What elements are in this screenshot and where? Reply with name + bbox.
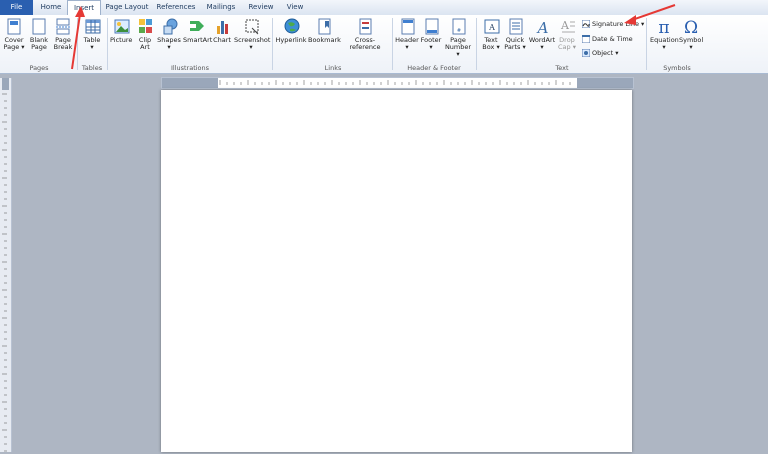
screenshot-dropdown-icon: ▾ — [249, 43, 253, 51]
bookmark-label: Bookmark — [308, 36, 341, 44]
text-box-button[interactable]: A Text Box ▾ — [480, 18, 502, 51]
clip-art-icon — [138, 18, 152, 35]
separator — [107, 18, 108, 70]
hyperlink-globe-icon — [284, 18, 300, 35]
group-label-links: Links — [324, 64, 342, 72]
quick-parts-label-2: Parts ▾ — [504, 43, 526, 51]
shapes-button[interactable]: Shapes ▾ — [157, 18, 181, 51]
horizontal-ruler[interactable] — [161, 77, 634, 89]
svg-text:A: A — [536, 19, 549, 35]
tab-review[interactable]: Review — [244, 0, 278, 15]
screenshot-icon — [244, 18, 259, 35]
vertical-ruler-ticks — [2, 78, 9, 452]
horizontal-ruler-ticks — [162, 78, 633, 88]
cover-page-button[interactable]: Cover Page ▾ — [3, 18, 25, 51]
equation-dropdown-icon: ▾ — [662, 43, 666, 51]
cross-reference-label: Cross-reference — [349, 36, 381, 51]
omega-icon: Ω — [682, 18, 700, 38]
svg-text:#: # — [457, 28, 461, 34]
picture-icon — [114, 18, 130, 35]
cover-page-label-2: Page ▾ — [3, 43, 25, 51]
vertical-ruler[interactable] — [0, 78, 12, 452]
object-label: Object — [592, 49, 614, 57]
screenshot-button[interactable]: Screenshot ▾ — [234, 18, 270, 51]
tab-mailings[interactable]: Mailings — [202, 0, 240, 15]
picture-button[interactable]: Picture — [110, 18, 132, 44]
blank-page-button[interactable]: Blank Page — [28, 18, 50, 51]
hyperlink-button[interactable]: Hyperlink — [275, 18, 307, 44]
drop-cap-button[interactable]: A Drop Cap ▾ — [557, 18, 577, 51]
header-button[interactable]: Header ▾ — [395, 18, 419, 51]
wordart-icon: A — [535, 18, 549, 37]
separator — [392, 18, 393, 70]
cross-reference-icon — [358, 18, 372, 35]
hyperlink-label: Hyperlink — [275, 36, 307, 44]
drop-cap-icon: A — [560, 18, 575, 35]
document-page[interactable] — [161, 90, 632, 452]
header-icon — [400, 18, 415, 35]
tab-file[interactable]: File — [0, 0, 33, 15]
picture-label: Picture — [110, 36, 133, 44]
header-dropdown-icon: ▾ — [405, 43, 409, 51]
chart-button[interactable]: Chart — [212, 18, 232, 44]
bookmark-button[interactable]: Bookmark — [308, 18, 341, 44]
page-number-icon: # — [451, 18, 466, 35]
page-number-button[interactable]: # Page Number ▾ — [444, 18, 472, 58]
symbol-button[interactable]: Ω Symbol ▾ — [679, 18, 703, 51]
tab-references[interactable]: References — [154, 0, 198, 15]
cover-page-icon — [7, 18, 21, 35]
smartart-label: SmartArt — [183, 36, 213, 44]
smartart-icon — [189, 18, 204, 35]
shapes-dropdown-icon: ▾ — [167, 43, 171, 51]
bookmark-icon — [317, 18, 331, 35]
clip-art-button[interactable]: Clip Art — [135, 18, 155, 51]
group-label-header-footer: Header & Footer — [407, 64, 461, 72]
blank-page-label-2: Page — [31, 43, 47, 51]
clip-art-label-2: Art — [140, 43, 150, 51]
date-time-label: Date & Time — [592, 35, 633, 43]
wordart-dropdown-icon: ▾ — [540, 43, 544, 51]
shapes-icon — [162, 18, 178, 35]
tab-page-layout[interactable]: Page Layout — [102, 0, 152, 15]
quick-parts-icon — [508, 18, 523, 35]
footer-dropdown-icon: ▾ — [429, 43, 433, 51]
annotation-arrow-insert — [71, 6, 85, 70]
footer-button[interactable]: Footer ▾ — [420, 18, 442, 51]
svg-text:A: A — [560, 19, 570, 32]
date-time-button[interactable]: Date & Time — [581, 34, 633, 44]
svg-text:A: A — [488, 23, 495, 32]
drop-cap-label-2: Cap ▾ — [558, 43, 576, 51]
calendar-icon — [581, 34, 591, 44]
group-label-text: Text — [555, 64, 569, 72]
tab-view[interactable]: View — [282, 0, 308, 15]
annotation-arrow-signature — [624, 4, 676, 25]
signature-line-icon — [581, 19, 591, 29]
text-box-icon: A — [484, 18, 500, 35]
group-label-symbols: Symbols — [663, 64, 691, 72]
text-box-label-2: Box ▾ — [482, 43, 500, 51]
group-label-illustrations: Illustrations — [170, 64, 210, 72]
object-icon — [581, 48, 591, 58]
footer-icon — [424, 18, 439, 35]
wordart-button[interactable]: A WordArt ▾ — [528, 18, 556, 51]
smartart-button[interactable]: SmartArt — [183, 18, 213, 44]
page-number-label-2: Number ▾ — [444, 43, 472, 58]
separator — [272, 18, 273, 70]
cross-reference-button[interactable]: Cross-reference — [341, 18, 389, 51]
quick-parts-button[interactable]: Quick Parts ▾ — [504, 18, 526, 51]
object-button[interactable]: Object ▾ — [581, 48, 619, 58]
blank-page-icon — [32, 18, 46, 35]
chart-icon — [215, 18, 229, 35]
chart-label: Chart — [213, 36, 231, 44]
separator — [476, 18, 477, 70]
svg-text:Ω: Ω — [684, 18, 698, 35]
symbol-dropdown-icon: ▾ — [689, 43, 693, 51]
